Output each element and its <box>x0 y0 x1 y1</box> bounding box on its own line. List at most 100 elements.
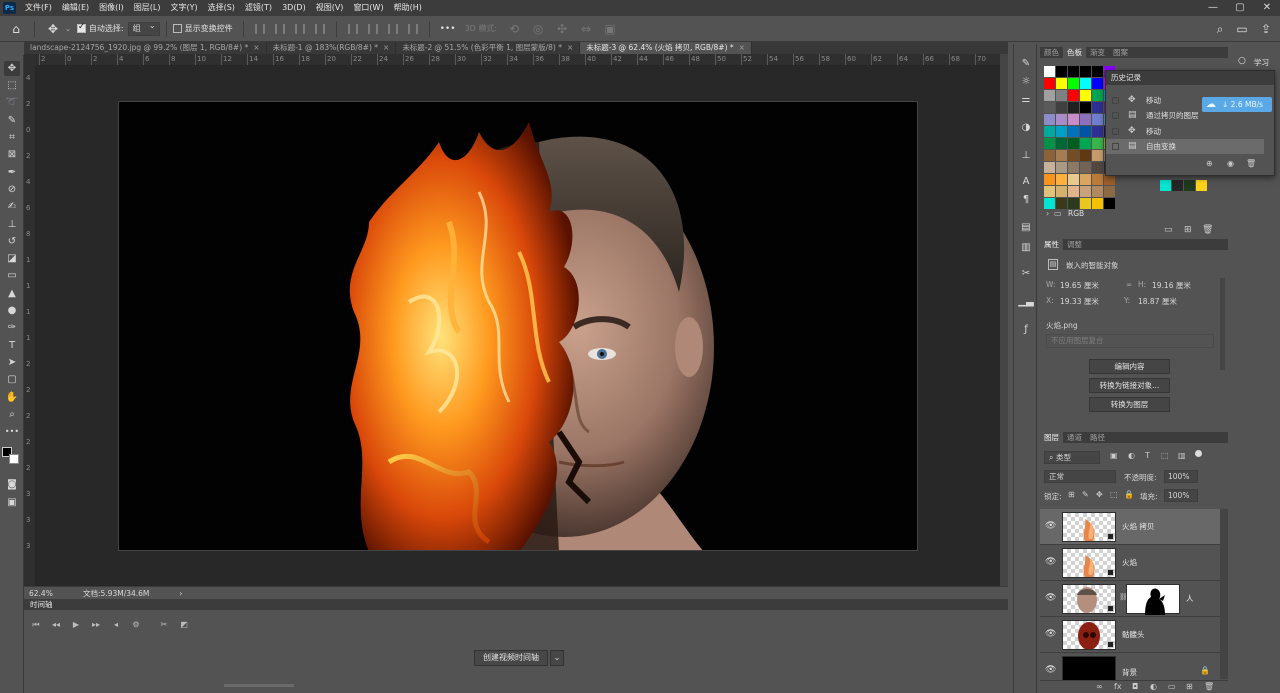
share-icon[interactable]: ⇪ <box>1258 21 1274 37</box>
color-swatch[interactable] <box>1056 126 1067 137</box>
add-mask-icon[interactable]: ◘ <box>1132 682 1138 691</box>
delete-swatch-icon[interactable]: 🗑 <box>1202 225 1213 235</box>
color-swatch[interactable] <box>1160 180 1171 191</box>
pen-tool-icon[interactable]: ✑ <box>4 320 20 335</box>
filter-smart-object-icon[interactable]: ▥ <box>1178 451 1186 460</box>
split-scissors-icon[interactable]: ✂ <box>158 619 170 631</box>
canvas-vertical-scrollbar[interactable] <box>1000 54 1008 586</box>
tab-patterns[interactable]: 图案 <box>1109 47 1132 58</box>
create-timeline-dropdown-icon[interactable]: ⌄ <box>550 650 564 666</box>
more-options-icon[interactable]: ••• <box>440 21 456 37</box>
color-swatch[interactable] <box>1044 126 1055 137</box>
adjustment-layer-icon[interactable]: ◐ <box>1150 682 1157 691</box>
eyedropper-tool-icon[interactable]: ✒ <box>4 165 20 180</box>
visibility-eye-icon[interactable]: 👁 <box>1045 665 1056 675</box>
menu-3d[interactable]: 3D(D) <box>277 0 311 16</box>
tab-channels[interactable]: 通道 <box>1063 432 1086 443</box>
tab-swatches[interactable]: 色板 <box>1063 47 1086 58</box>
folder-chevron-icon[interactable]: › <box>1046 209 1049 218</box>
color-swatch[interactable] <box>1056 78 1067 89</box>
convert-to-layers-button[interactable]: 转换为图层 <box>1089 397 1170 412</box>
y-value[interactable]: 18.87 厘米 <box>1138 296 1177 307</box>
menu-help[interactable]: 帮助(H) <box>389 0 427 16</box>
layer-row[interactable]: 👁 火焰 拷贝 <box>1040 509 1220 545</box>
auto-select-dropdown[interactable]: 组 <box>127 20 160 36</box>
layer-row[interactable]: 👁 背景 🔒 <box>1040 653 1220 686</box>
color-swatch[interactable] <box>1068 90 1079 101</box>
blend-mode-dropdown[interactable]: 正常 <box>1044 470 1116 483</box>
align-center-h-icon[interactable] <box>274 23 285 34</box>
tool-preset-chevron-icon[interactable]: ⌄ <box>65 25 71 33</box>
lock-transparent-icon[interactable]: ⊞ <box>1068 490 1075 499</box>
color-swatch[interactable] <box>1092 126 1103 137</box>
history-snapshot-box[interactable] <box>1112 112 1119 119</box>
layer-name[interactable]: 人 <box>1186 593 1194 604</box>
delete-state-icon[interactable]: 🗑 <box>1246 159 1256 168</box>
auto-select-checkbox[interactable] <box>76 22 86 33</box>
color-swatch[interactable] <box>1092 198 1103 209</box>
color-swatch[interactable] <box>1092 66 1103 77</box>
character-icon[interactable]: A <box>1018 174 1034 189</box>
menu-select[interactable]: 选择(S) <box>203 0 240 16</box>
blur-tool-icon[interactable]: ▲ <box>4 286 20 301</box>
background-color-swatch[interactable] <box>9 454 19 464</box>
marquee-tool-icon[interactable]: ⬚ <box>4 78 20 93</box>
color-swatch[interactable] <box>1056 174 1067 185</box>
gradient-tool-icon[interactable]: ▭ <box>4 268 20 283</box>
tab-close-icon[interactable]: × <box>567 43 573 52</box>
color-swatch[interactable] <box>1080 90 1091 101</box>
color-swatch[interactable] <box>1080 102 1091 113</box>
layer-mask-thumbnail[interactable] <box>1126 584 1180 615</box>
color-swatch[interactable] <box>1068 162 1079 173</box>
color-swatch[interactable] <box>1196 180 1207 191</box>
move-tool-icon[interactable]: ✥ <box>4 61 20 76</box>
delete-layer-icon[interactable]: 🗑 <box>1204 682 1214 691</box>
history-item-selected[interactable]: ▤ 自由变换 <box>1106 139 1264 154</box>
notes-icon[interactable]: ▤ <box>1018 220 1034 235</box>
color-swatch[interactable] <box>1092 114 1103 125</box>
properties-sliders-icon[interactable]: ⚌ <box>1018 92 1034 107</box>
color-swatch[interactable] <box>1056 150 1067 161</box>
new-swatch-icon[interactable]: ⊞ <box>1184 225 1192 235</box>
menu-layer[interactable]: 图层(L) <box>129 0 166 16</box>
layer-name[interactable]: 骷髅头 <box>1122 629 1145 640</box>
dodge-tool-icon[interactable]: ● <box>4 303 20 318</box>
distribute-v-icon[interactable] <box>407 23 418 34</box>
lasso-tool-icon[interactable]: ➰ <box>4 95 20 110</box>
rectangle-tool-icon[interactable]: ▢ <box>4 372 20 387</box>
color-swatch[interactable] <box>1080 198 1091 209</box>
new-group-icon[interactable]: ▭ <box>1168 682 1176 691</box>
new-group-icon[interactable]: ▭ <box>1164 225 1173 235</box>
canvas-workspace[interactable] <box>36 66 1000 586</box>
workspace-icon[interactable]: ▭ <box>1234 21 1250 37</box>
align-top-icon[interactable] <box>347 23 358 34</box>
color-swatch[interactable] <box>1056 186 1067 197</box>
edit-contents-button[interactable]: 编辑内容 <box>1089 359 1170 374</box>
height-value[interactable]: 19.16 厘米 <box>1152 280 1191 291</box>
snapshot-camera-icon[interactable]: ◉ <box>1227 159 1234 168</box>
color-swatch[interactable] <box>1080 150 1091 161</box>
link-dimensions-icon[interactable]: ∞ <box>1126 280 1132 289</box>
color-swatch[interactable] <box>1068 186 1079 197</box>
layer-comp-select[interactable]: 不应用图层复合 <box>1046 334 1214 348</box>
link-layers-icon[interactable]: ∞ <box>1096 682 1103 691</box>
color-swatch[interactable] <box>1104 198 1115 209</box>
color-swatch[interactable] <box>1044 174 1055 185</box>
menu-view[interactable]: 视图(V) <box>311 0 349 16</box>
lock-position-icon[interactable]: ✥ <box>1096 490 1103 499</box>
color-swatch[interactable] <box>1068 150 1079 161</box>
zoom-level[interactable]: 62.4% <box>29 589 79 598</box>
lock-artboard-icon[interactable]: ⬚ <box>1110 490 1118 499</box>
paragraph-icon[interactable]: ¶ <box>1018 192 1034 207</box>
menu-type[interactable]: 文字(Y) <box>165 0 202 16</box>
color-swatch[interactable] <box>1056 198 1067 209</box>
clone-stamp-tool-icon[interactable]: ⊥ <box>4 217 20 232</box>
first-frame-icon[interactable]: ⏮ <box>30 619 42 631</box>
tab-close-icon[interactable]: × <box>383 43 389 52</box>
history-snapshot-box[interactable] <box>1112 97 1119 104</box>
close-icon[interactable]: ✕ <box>1254 0 1280 16</box>
color-swatch[interactable] <box>1068 114 1079 125</box>
maximize-icon[interactable]: ▢ <box>1227 0 1253 16</box>
layer-row[interactable]: 👁 火焰 <box>1040 545 1220 581</box>
layer-name[interactable]: 背景 <box>1122 667 1137 678</box>
